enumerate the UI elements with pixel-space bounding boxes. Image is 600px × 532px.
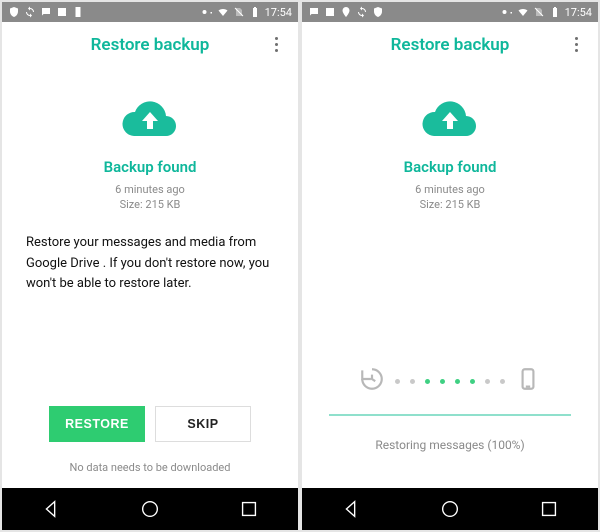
- app-bar: Restore backup: [302, 22, 598, 68]
- sync-icon: [356, 6, 368, 18]
- app-bar: Restore backup: [2, 22, 298, 68]
- page-title: Restore backup: [391, 35, 510, 55]
- no-sim-icon: [233, 6, 245, 18]
- backup-found-heading: Backup found: [104, 158, 197, 176]
- restore-button[interactable]: RESTORE: [49, 406, 145, 442]
- location-icon: [340, 6, 352, 18]
- backup-meta: 6 minutes ago Size: 215 KB: [415, 182, 485, 213]
- cloud-upload-icon: [118, 96, 182, 144]
- nav-back-button[interactable]: [38, 496, 64, 522]
- phone-right: 17:54 Restore backup Backup found 6 minu…: [302, 2, 598, 530]
- cloud-upload-icon: [418, 96, 482, 144]
- dot-path: [395, 379, 505, 384]
- backup-size: Size: 215 KB: [415, 197, 485, 212]
- image-icon: [56, 6, 68, 18]
- status-right-icons: 17:54: [501, 6, 592, 19]
- progress-bar: [329, 414, 572, 416]
- vpn-key-icon: [201, 6, 213, 18]
- sync-icon: [24, 6, 36, 18]
- chat-icon: [40, 6, 52, 18]
- page-title: Restore backup: [91, 35, 210, 55]
- nav-home-button[interactable]: [437, 496, 463, 522]
- nav-recents-button[interactable]: [536, 496, 562, 522]
- nav-back-button[interactable]: [338, 496, 364, 522]
- no-sim-icon: [533, 6, 545, 18]
- android-nav-bar: [2, 488, 298, 530]
- progress-text: Restoring messages (100%): [375, 438, 524, 452]
- chat-icon: [308, 6, 320, 18]
- backup-age: 6 minutes ago: [415, 182, 485, 197]
- status-right-icons: 17:54: [201, 6, 292, 19]
- restore-description: Restore your messages and media from Goo…: [22, 233, 278, 295]
- phone-icon: [515, 366, 541, 396]
- status-time: 17:54: [565, 6, 592, 19]
- nav-home-button[interactable]: [137, 496, 163, 522]
- backup-age: 6 minutes ago: [115, 182, 185, 197]
- overflow-menu-button[interactable]: [266, 34, 286, 54]
- progress-area: Restoring messages (100%): [302, 366, 598, 452]
- battery-icon: [549, 6, 561, 18]
- transfer-animation: [302, 366, 598, 396]
- status-bar: 17:54: [302, 2, 598, 22]
- skip-button[interactable]: SKIP: [155, 406, 251, 442]
- status-left-icons: [308, 6, 384, 18]
- device-icon: [72, 6, 84, 18]
- button-row: RESTORE SKIP: [2, 406, 298, 442]
- backup-meta: 6 minutes ago Size: 215 KB: [115, 182, 185, 213]
- wifi-icon: [517, 6, 529, 18]
- history-icon: [359, 366, 385, 396]
- shield-icon: [8, 6, 20, 18]
- status-time: 17:54: [265, 6, 292, 19]
- nav-recents-button[interactable]: [236, 496, 262, 522]
- status-left-icons: [8, 6, 84, 18]
- status-bar: 17:54: [2, 2, 298, 22]
- download-footnote: No data needs to be downloaded: [2, 461, 298, 474]
- battery-icon: [249, 6, 261, 18]
- content-area: Backup found 6 minutes ago Size: 215 KB …: [2, 68, 298, 488]
- vpn-key-icon: [501, 6, 513, 18]
- backup-found-heading: Backup found: [404, 158, 497, 176]
- phone-left: 17:54 Restore backup Backup found 6 minu…: [2, 2, 298, 530]
- shield-icon: [372, 6, 384, 18]
- image-icon: [324, 6, 336, 18]
- overflow-menu-button[interactable]: [566, 34, 586, 54]
- wifi-icon: [217, 6, 229, 18]
- backup-size: Size: 215 KB: [115, 197, 185, 212]
- content-area: Backup found 6 minutes ago Size: 215 KB: [302, 68, 598, 488]
- android-nav-bar: [302, 488, 598, 530]
